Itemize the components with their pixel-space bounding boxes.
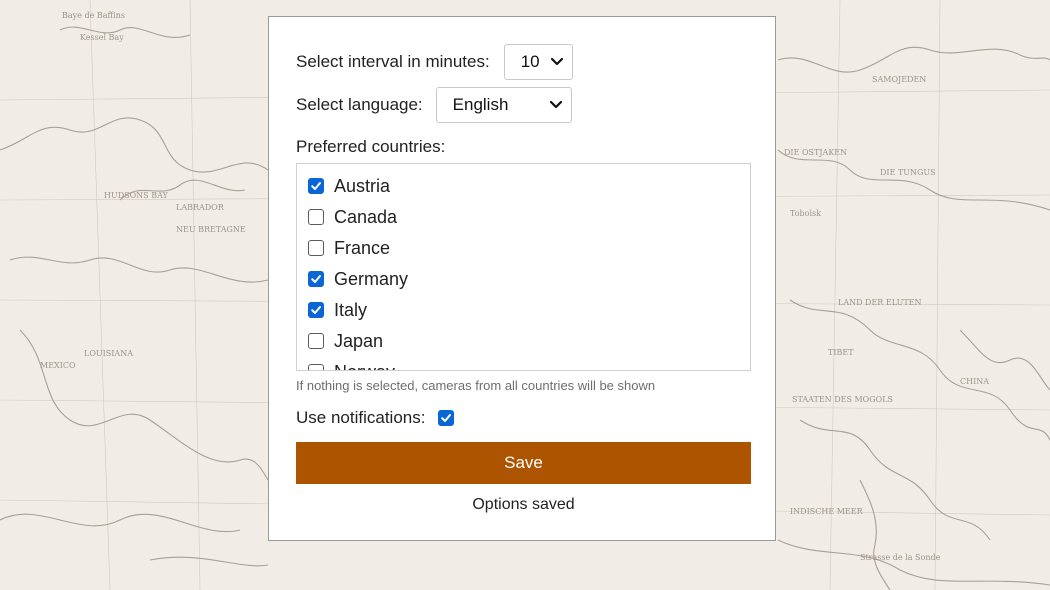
country-item-italy[interactable]: Italy (308, 298, 367, 322)
notifications-label: Use notifications: (296, 408, 426, 427)
chevron-down-icon (550, 57, 563, 66)
country-item-germany[interactable]: Germany (308, 267, 408, 291)
map-label: TIBET (828, 348, 854, 357)
countries-label: Preferred countries: (296, 137, 446, 156)
options-panel: Select interval in minutes: 10 Select la… (268, 16, 776, 541)
country-name: Austria (334, 175, 391, 196)
map-label: STAATEN DES MOGOLS (792, 395, 893, 404)
map-label: Baye de Baffins (62, 11, 125, 20)
country-checkbox[interactable] (308, 364, 324, 370)
map-label: LABRADOR (176, 203, 225, 212)
language-label: Select language: (296, 95, 423, 114)
interval-select[interactable]: 10 (503, 44, 573, 80)
map-label: CHINA (960, 377, 989, 386)
country-name: France (334, 237, 391, 258)
country-checkbox[interactable] (308, 178, 324, 194)
country-checkbox[interactable] (308, 271, 324, 287)
language-select[interactable]: English (435, 87, 572, 123)
map-label: MEXICO (40, 361, 76, 370)
country-item-canada[interactable]: Canada (308, 205, 397, 229)
status-message: Options saved (472, 496, 575, 513)
countries-hint: If nothing is selected, cameras from all… (296, 378, 656, 393)
country-name: Italy (334, 299, 368, 320)
language-row: Select language: English (296, 87, 572, 123)
map-label: Tobolsk (790, 209, 821, 218)
notifications-row: Use notifications: (296, 405, 455, 431)
country-name: Germany (334, 268, 409, 289)
map-label: DIE TUNGUS (880, 168, 936, 177)
country-item-france[interactable]: France (308, 236, 390, 260)
map-label: Kessel Bay (80, 33, 124, 42)
interval-value: 10 (520, 52, 540, 71)
country-item-norway[interactable]: Norway (308, 360, 395, 371)
countries-listbox[interactable]: Austria Canada France Germany Italy Japa… (296, 163, 751, 371)
map-label: LOUISIANA (84, 349, 133, 358)
interval-label: Select interval in minutes: (296, 52, 490, 71)
country-checkbox[interactable] (308, 209, 324, 225)
country-name: Norway (334, 362, 395, 371)
language-value: English (452, 95, 509, 114)
map-label: LAND DER ELUTEN (838, 298, 922, 307)
chevron-down-icon (549, 100, 562, 109)
country-name: Canada (334, 206, 398, 227)
map-label: DIE OSTJAKEN (784, 148, 847, 157)
country-checkbox[interactable] (308, 302, 324, 318)
map-label: NEU BRETAGNE (176, 225, 246, 234)
notifications-checkbox[interactable] (438, 410, 455, 426)
country-item-austria[interactable]: Austria (308, 174, 390, 198)
map-label: INDISCHE MEER (790, 507, 864, 516)
save-button[interactable]: Save (296, 442, 751, 484)
map-label: HUDSONS BAY (104, 191, 169, 200)
country-item-japan[interactable]: Japan (308, 329, 383, 353)
country-checkbox[interactable] (308, 333, 324, 349)
map-label: SAMOJEDEN (872, 75, 926, 84)
country-name: Japan (334, 330, 384, 351)
interval-row: Select interval in minutes: 10 (296, 43, 573, 81)
country-checkbox[interactable] (308, 240, 324, 256)
map-label: Strasse de la Sonde (860, 553, 941, 562)
